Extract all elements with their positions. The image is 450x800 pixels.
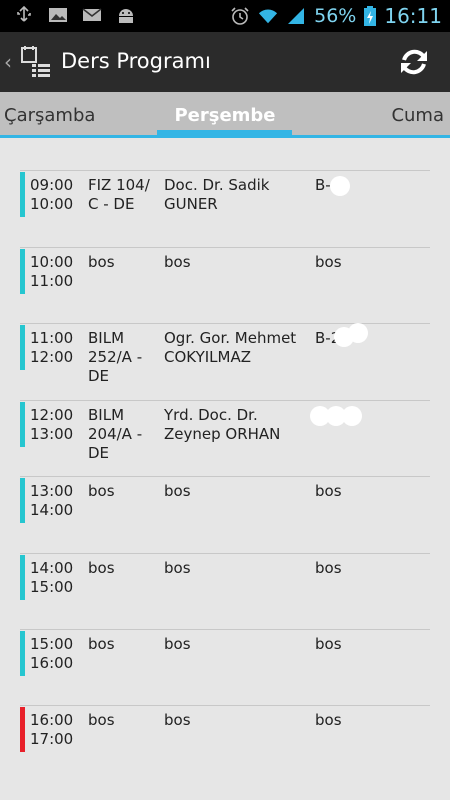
schedule-row[interactable]: 13:00 14:00 bos bos bos bbox=[20, 458, 430, 534]
divider bbox=[20, 400, 430, 401]
schedule-row[interactable]: 10:00 11:00 bos bos bos bbox=[20, 229, 430, 305]
divider bbox=[20, 629, 430, 630]
android-icon bbox=[119, 9, 133, 23]
schedule-row[interactable]: 15:00 16:00 bos bos bos bbox=[20, 611, 430, 687]
time-cell: 12:00 13:00 bbox=[30, 406, 74, 443]
signal-icon bbox=[288, 8, 305, 24]
course-cell: bos bbox=[88, 253, 115, 271]
teacher-cell: bos bbox=[164, 635, 191, 653]
alarm-icon bbox=[231, 7, 249, 25]
divider bbox=[20, 247, 430, 248]
time-cell: 13:00 14:00 bbox=[30, 482, 74, 519]
redaction-blot bbox=[330, 176, 350, 196]
time-cell: 16:00 17:00 bbox=[30, 711, 74, 748]
course-cell: BILM 252/A - DE bbox=[88, 329, 143, 385]
tab-indicator bbox=[157, 130, 292, 135]
usb-icon bbox=[17, 6, 31, 22]
course-cell: bos bbox=[88, 559, 115, 577]
teacher-cell: bos bbox=[164, 482, 191, 500]
status-bar-indicator bbox=[20, 478, 25, 523]
schedule-row[interactable]: 16:00 17:00 bos bos bos bbox=[20, 687, 430, 763]
divider bbox=[20, 553, 430, 554]
status-bar-indicator bbox=[20, 325, 25, 370]
schedule-row[interactable]: 14:00 15:00 bos bos bos bbox=[20, 535, 430, 611]
divider bbox=[20, 705, 430, 706]
battery-percent: 56% bbox=[314, 5, 357, 27]
room-cell: bos bbox=[315, 711, 342, 729]
clock: 16:11 bbox=[384, 4, 442, 28]
redaction-blot bbox=[342, 406, 362, 426]
teacher-cell: Doc. Dr. Sadik GUNER bbox=[164, 176, 270, 213]
teacher-cell: Yrd. Doc. Dr. Zeynep ORHAN bbox=[164, 406, 281, 443]
course-cell: bos bbox=[88, 635, 115, 653]
schedule-row[interactable]: 12:00 13:00 BILM 204/A - DE Yrd. Doc. Dr… bbox=[20, 382, 430, 462]
image-icon bbox=[49, 8, 67, 22]
time-cell: 09:00 10:00 bbox=[30, 176, 74, 213]
refresh-icon[interactable] bbox=[396, 44, 432, 80]
time-cell: 10:00 11:00 bbox=[30, 253, 74, 290]
schedule-row[interactable]: 09:00 10:00 FIZ 104/ C - DE Doc. Dr. Sad… bbox=[20, 152, 430, 228]
wifi-icon bbox=[259, 9, 278, 24]
calendar-list-icon[interactable] bbox=[20, 44, 52, 80]
status-bar-indicator bbox=[20, 172, 25, 217]
room-cell: B-2 bbox=[315, 329, 341, 347]
battery-icon bbox=[364, 6, 377, 26]
course-cell: BILM 204/A - DE bbox=[88, 406, 143, 462]
course-cell: FIZ 104/ C - DE bbox=[88, 176, 150, 213]
room-cell: bos bbox=[315, 635, 342, 653]
teacher-cell: bos bbox=[164, 559, 191, 577]
course-cell: bos bbox=[88, 482, 115, 500]
teacher-cell: bos bbox=[164, 711, 191, 729]
status-bar-indicator bbox=[20, 249, 25, 294]
status-bar-indicator bbox=[20, 707, 25, 752]
tab-next-day[interactable]: Cuma bbox=[391, 105, 444, 126]
status-bar-indicator bbox=[20, 555, 25, 600]
tab-current-day[interactable]: Perşembe bbox=[0, 105, 450, 126]
time-cell: 11:00 12:00 bbox=[30, 329, 74, 366]
redaction-blot bbox=[348, 323, 368, 343]
divider bbox=[20, 170, 430, 171]
back-caret-icon[interactable]: ‹ bbox=[4, 50, 12, 74]
time-cell: 15:00 16:00 bbox=[30, 635, 74, 672]
page-title: Ders Programı bbox=[61, 49, 211, 73]
day-tabs: Çarşamba Perşembe Cuma bbox=[0, 92, 450, 138]
room-cell: bos bbox=[315, 253, 342, 271]
mail-icon bbox=[82, 8, 102, 21]
divider bbox=[20, 323, 430, 324]
teacher-cell: Ogr. Gor. Mehmet COKYILMAZ bbox=[164, 329, 297, 366]
room-cell: bos bbox=[315, 559, 342, 577]
course-cell: bos bbox=[88, 711, 115, 729]
time-cell: 14:00 15:00 bbox=[30, 559, 74, 596]
teacher-cell: bos bbox=[164, 253, 191, 271]
status-bar-indicator bbox=[20, 631, 25, 676]
divider bbox=[20, 476, 430, 477]
action-bar: ‹ Ders Programı bbox=[0, 32, 450, 92]
status-bar-indicator bbox=[20, 402, 25, 447]
status-bar: 56% 16:11 bbox=[0, 0, 450, 32]
schedule-row[interactable]: 11:00 12:00 BILM 252/A - DE Ogr. Gor. Me… bbox=[20, 305, 430, 385]
room-cell: bos bbox=[315, 482, 342, 500]
